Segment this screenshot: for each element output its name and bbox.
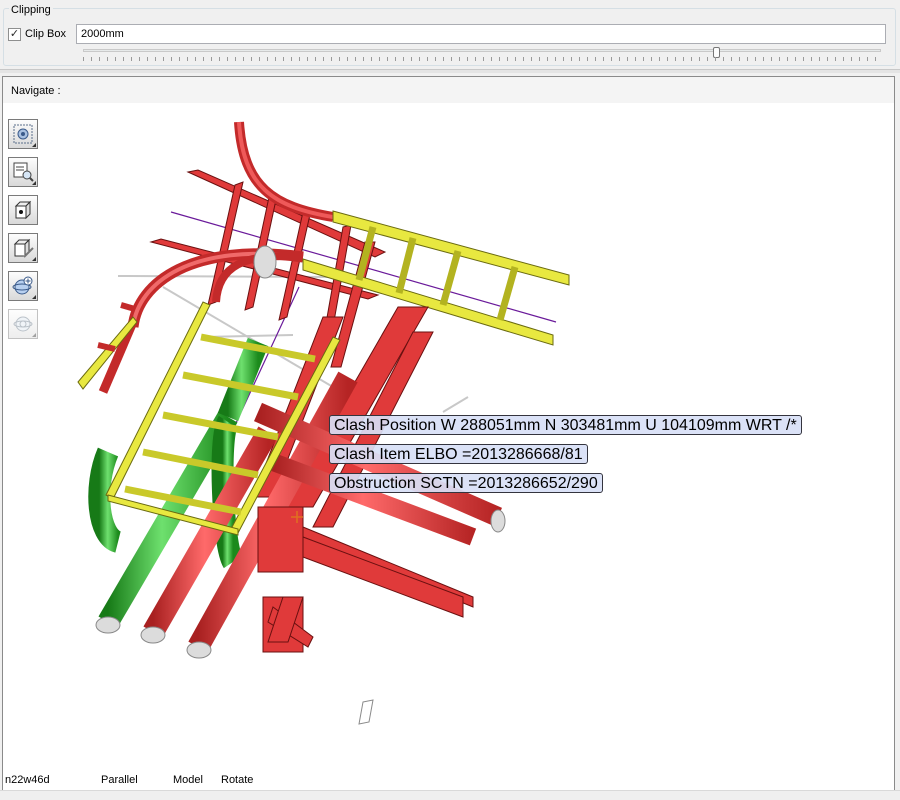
status-projection: Parallel (101, 774, 138, 786)
orbit-disabled-button[interactable] (8, 309, 38, 339)
slider-track (83, 49, 881, 52)
clip-box-checkbox[interactable]: ✓ (8, 28, 21, 41)
clip-box-label: Clip Box (25, 28, 66, 40)
section-marker (358, 699, 374, 725)
orbit-disabled-icon (13, 316, 33, 332)
orbit-add-icon (12, 276, 33, 295)
clash-item-label: Clash Item ELBO =2013286668/81 (329, 444, 588, 464)
curved-beams (98, 121, 334, 394)
zoom-extents-icon (13, 124, 33, 144)
clipping-title: Clipping (9, 4, 53, 16)
clip-volume-button[interactable] (8, 233, 38, 263)
navigation-toolbar (8, 119, 40, 347)
panel-splitter[interactable] (0, 69, 900, 73)
obstruction-label: Obstruction SCTN =2013286652/290 (329, 473, 603, 493)
zoom-to-selection-button[interactable] (8, 157, 38, 187)
clip-volume-icon (13, 238, 34, 258)
clipping-group: Clipping ✓ Clip Box 2000mm (3, 0, 896, 66)
clash-position-label: Clash Position W 288051mm N 303481mm U 1… (329, 415, 802, 435)
view-box-button[interactable] (8, 195, 38, 225)
zoom-extents-button[interactable] (8, 119, 38, 149)
slider-ticks (83, 57, 881, 61)
clip-box-slider[interactable] (83, 46, 881, 64)
orbit-add-button[interactable] (8, 271, 38, 301)
status-action: Rotate (221, 774, 254, 786)
bottom-strip (0, 790, 900, 800)
status-mode: Model (173, 774, 203, 786)
zoom-to-selection-icon (13, 162, 34, 182)
3d-viewport[interactable]: Navigate : Clash Position W 288051mm N 3… (2, 76, 895, 791)
status-bar: n22w46d Parallel Model Rotate (0, 774, 900, 790)
view-box-icon (14, 200, 32, 220)
status-view-name: n22w46d (5, 774, 50, 786)
clip-box-value-field[interactable]: 2000mm (76, 24, 886, 44)
